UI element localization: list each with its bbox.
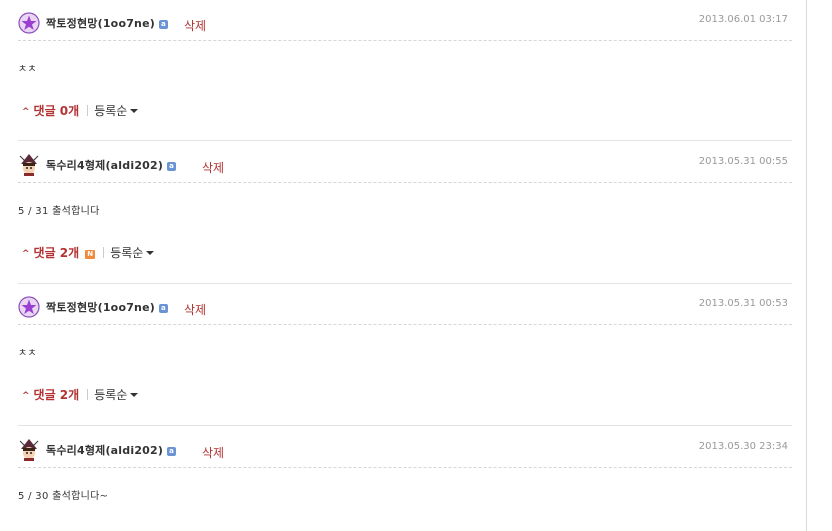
reply-bar: ^ 댓글 0개 등록순 [22,102,139,119]
divider [18,140,792,141]
author-name[interactable]: 독수리4형제(aldi202) a [46,442,177,458]
comment-item: 짝토정현망(1oo7ne) a 삭제 2013.05.31 00:53 ㅊㅊ ^ 댓… [18,292,792,402]
comment-item: 독수리4형제(aldi202) a 삭제 2013.05.31 00:55 5 /… [18,150,792,260]
comment-content: ㅊㅊ [18,64,37,75]
comment-item: 짝토정현망(1oo7ne) a 삭제 2013.06.01 03:17 ㅊㅊ ^ 댓… [18,8,792,118]
reply-bar: ^ 댓글 2개 등록순 [22,386,139,403]
reply-bar: ^ 댓글 2개 N 등록순 [22,244,155,261]
comment-item: 독수리4형제(aldi202) a 삭제 2013.05.30 23:34 5 /… [18,435,792,502]
sort-dropdown[interactable]: 등록순 [94,388,139,402]
author-name[interactable]: 짝토정현망(1oo7ne) a [46,15,168,31]
sort-dropdown[interactable]: 등록순 [110,246,155,260]
author-name[interactable]: 짝토정현망(1oo7ne) a [46,299,168,315]
comment-date: 2013.06.01 03:17 [698,14,788,25]
witch-avatar-icon [19,439,39,461]
member-badge-icon: a [158,304,168,313]
member-badge-icon: a [158,20,168,29]
chevron-up-icon: ^ [22,107,30,117]
purple-star-icon [18,12,40,34]
new-badge-icon: N [85,250,96,259]
divider [18,283,792,284]
chevron-down-icon [130,109,139,113]
member-badge-icon: a [167,447,177,456]
separator [87,389,89,400]
comment-content: ㅊㅊ [18,348,37,359]
delete-button[interactable]: 삭제 [202,159,224,176]
reply-toggle-button[interactable]: ^ 댓글 0개 [22,104,79,118]
chevron-up-icon: ^ [22,249,30,259]
reply-toggle-button[interactable]: ^ 댓글 2개 [22,246,79,260]
comment-content: 5 / 31 출석합니다 [18,206,100,217]
delete-button[interactable]: 삭제 [202,444,224,461]
comment-date: 2013.05.31 00:53 [698,298,788,309]
witch-avatar-icon [19,154,39,176]
comment-content: 5 / 30 출석합니다~ [18,491,109,502]
comment-header: 짝토정현망(1oo7ne) a 삭제 2013.06.01 03:17 [18,8,792,41]
divider [18,425,792,426]
comment-date: 2013.05.31 00:55 [698,156,788,167]
member-badge-icon: a [167,162,177,171]
purple-star-icon [18,296,40,318]
comment-header: 독수리4형제(aldi202) a 삭제 2013.05.30 23:34 [18,435,792,468]
separator [87,105,89,116]
chevron-up-icon: ^ [22,391,30,401]
delete-button[interactable]: 삭제 [184,17,206,34]
chevron-down-icon [130,393,139,397]
delete-button[interactable]: 삭제 [184,301,206,318]
separator [103,247,105,258]
comment-header: 독수리4형제(aldi202) a 삭제 2013.05.31 00:55 [18,150,792,183]
comment-date: 2013.05.30 23:34 [698,441,788,452]
reply-toggle-button[interactable]: ^ 댓글 2개 [22,388,79,402]
chevron-down-icon [146,251,155,255]
comment-header: 짝토정현망(1oo7ne) a 삭제 2013.05.31 00:53 [18,292,792,325]
sort-dropdown[interactable]: 등록순 [94,104,139,118]
author-name[interactable]: 독수리4형제(aldi202) a [46,157,177,173]
